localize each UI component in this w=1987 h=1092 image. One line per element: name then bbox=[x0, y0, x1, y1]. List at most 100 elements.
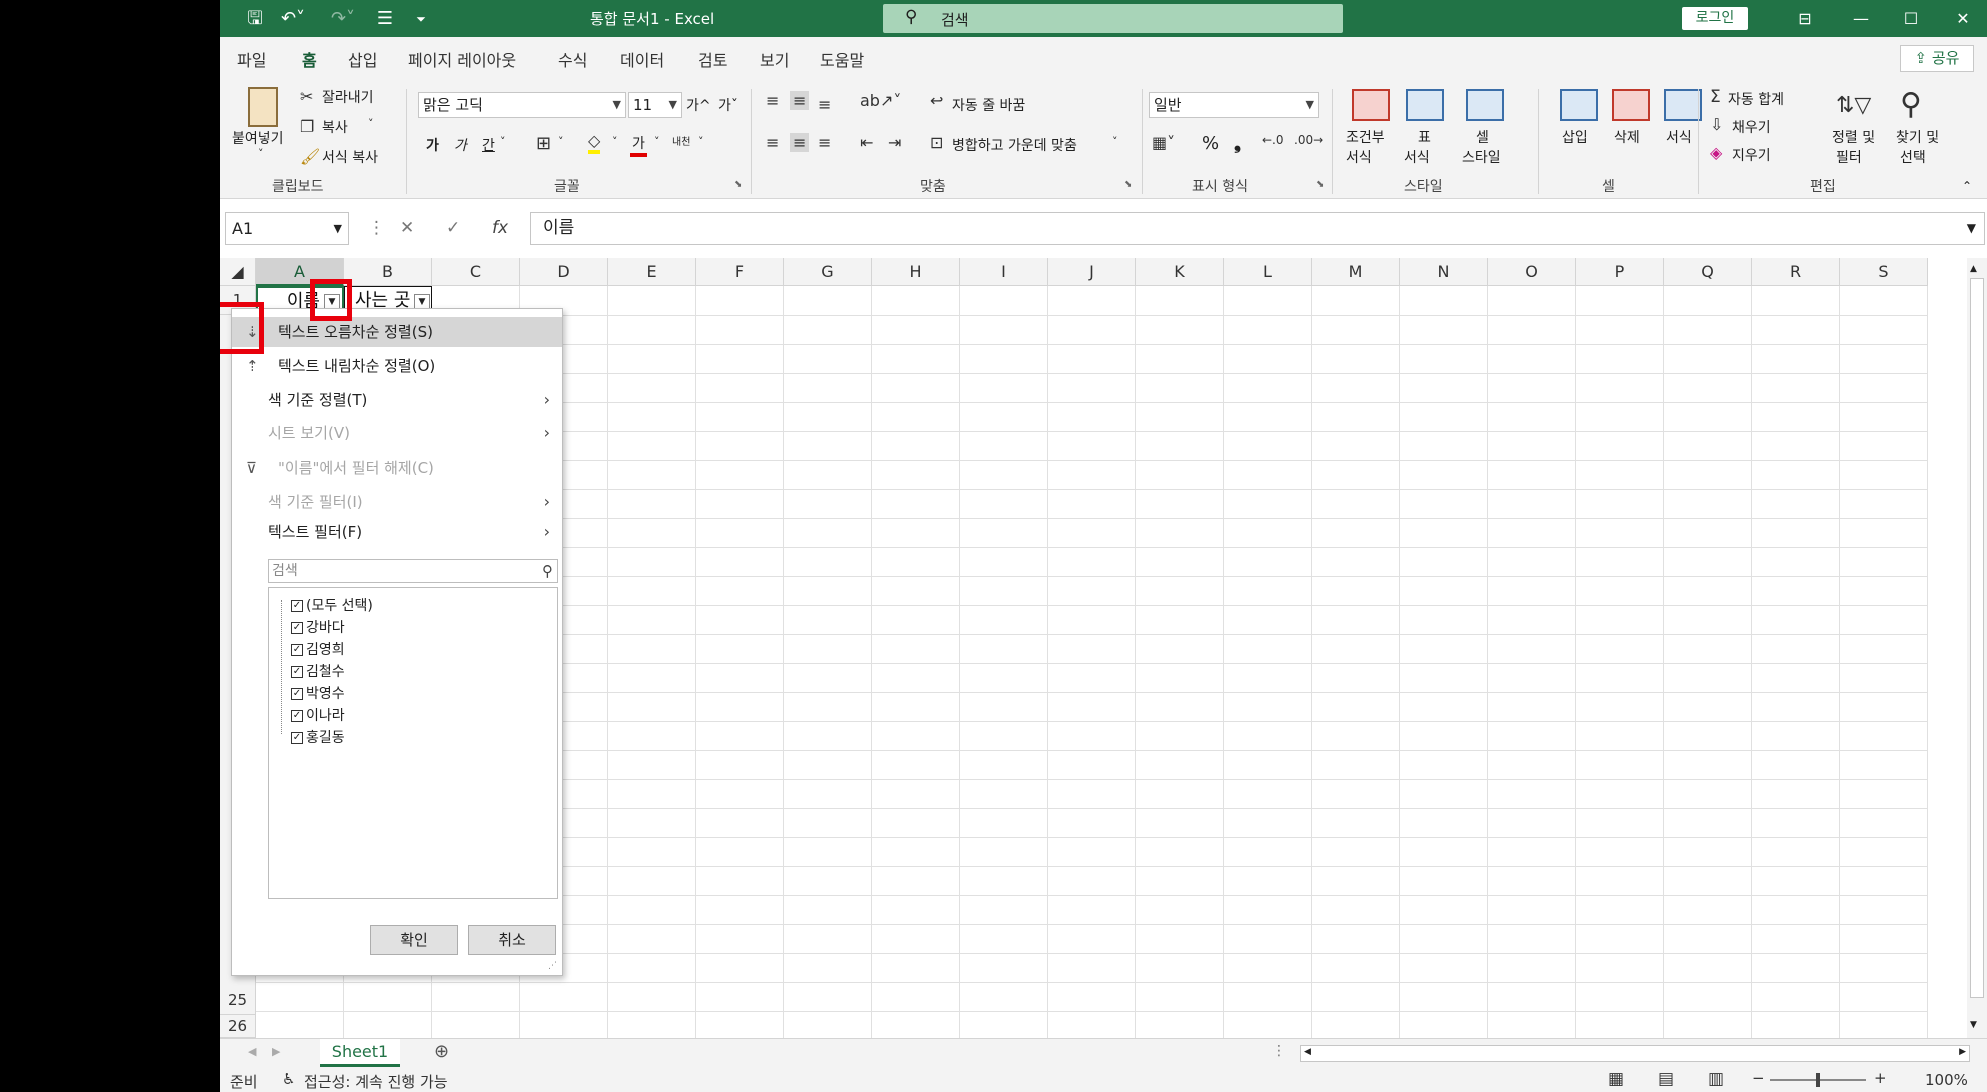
font-size-dropdown[interactable]: 11 ▼ bbox=[628, 92, 682, 118]
conditional-format-icon[interactable] bbox=[1352, 89, 1390, 121]
checkbox-checked-icon[interactable]: ✓ bbox=[291, 644, 303, 656]
sort-filter-label-1[interactable]: 정렬 및 bbox=[1832, 127, 1875, 147]
number-dialog-launcher-icon[interactable]: ⬊ bbox=[1316, 179, 1324, 190]
paste-button[interactable]: 붙여넣기 bbox=[232, 128, 284, 148]
save-icon[interactable]: 🖫 bbox=[242, 6, 268, 32]
clear-button[interactable]: 지우기 bbox=[1732, 145, 1771, 165]
find-select-icon[interactable]: ⚲ bbox=[1900, 87, 1922, 122]
sort-filter-icon[interactable]: ⇅▽ bbox=[1836, 93, 1871, 118]
collapse-ribbon-icon[interactable]: ⌃ bbox=[1962, 179, 1972, 193]
filter-value-item[interactable]: ✓ (모두 선택) bbox=[291, 596, 591, 616]
checkbox-checked-icon[interactable]: ✓ bbox=[291, 710, 303, 722]
cancel-button[interactable]: 취소 bbox=[468, 925, 556, 955]
filter-by-color-item[interactable]: 색 기준 필터(I) › bbox=[232, 487, 562, 517]
alignment-dialog-launcher-icon[interactable]: ⬊ bbox=[1124, 179, 1132, 190]
row-header-25[interactable]: 25 bbox=[220, 986, 256, 1015]
checkbox-checked-icon[interactable]: ✓ bbox=[291, 622, 303, 634]
column-header-k[interactable]: K bbox=[1136, 258, 1224, 286]
horizontal-scrollbar[interactable]: ◀ ▶ bbox=[1300, 1045, 1970, 1062]
cell-styles-label-1[interactable]: 셀 bbox=[1476, 127, 1489, 147]
font-color-dropdown-icon[interactable]: ˅ bbox=[654, 135, 660, 148]
align-middle-icon[interactable]: ≡ bbox=[790, 91, 810, 110]
borders-dropdown-icon[interactable]: ˅ bbox=[558, 135, 564, 148]
column-header-j[interactable]: J bbox=[1048, 258, 1136, 286]
insert-cells-button[interactable]: 삽입 bbox=[1562, 127, 1588, 147]
tab-page-layout[interactable]: 페이지 레이아웃 bbox=[408, 47, 516, 71]
increase-decimal-icon[interactable]: ←.0 bbox=[1262, 133, 1284, 147]
vertical-scrollbar[interactable]: ▲ ▼ bbox=[1967, 258, 1987, 1038]
align-right-icon[interactable]: ≡ bbox=[818, 133, 831, 152]
row-header-26[interactable]: 26 bbox=[220, 1015, 256, 1038]
login-button[interactable]: 로그인 bbox=[1682, 7, 1748, 30]
merge-center-button[interactable]: 병합하고 가운데 맞춤 bbox=[952, 135, 1077, 155]
clear-filter-item[interactable]: ⊽ "이름"에서 필터 해제(C) bbox=[232, 453, 562, 483]
tab-file[interactable]: 파일 bbox=[237, 47, 266, 71]
column-header-r[interactable]: R bbox=[1752, 258, 1840, 286]
filter-value-item[interactable]: ✓ 강바다 bbox=[291, 618, 591, 638]
search-box[interactable]: ⚲ 검색 bbox=[883, 4, 1343, 33]
bold-button[interactable]: 가 bbox=[426, 135, 439, 155]
sort-ascending-item[interactable]: ⇣ 텍스트 오름차순 정렬(S) bbox=[232, 317, 562, 347]
filter-value-item[interactable]: ✓ 박영수 bbox=[291, 684, 591, 704]
underline-dropdown-icon[interactable]: ˅ bbox=[500, 135, 506, 148]
merge-dropdown-icon[interactable]: ˅ bbox=[1112, 135, 1118, 148]
cancel-entry-icon[interactable]: ✕ bbox=[400, 218, 414, 238]
zoom-slider[interactable] bbox=[1770, 1073, 1866, 1087]
paste-icon[interactable] bbox=[248, 87, 278, 127]
page-break-view-icon[interactable]: ▥ bbox=[1708, 1069, 1724, 1089]
minimize-icon[interactable]: — bbox=[1838, 2, 1884, 35]
scroll-up-icon[interactable]: ▲ bbox=[1970, 264, 1977, 274]
conditional-format-label-1[interactable]: 조건부 bbox=[1346, 127, 1385, 147]
comma-button[interactable]: ❟ bbox=[1234, 133, 1241, 154]
zoom-out-icon[interactable]: − bbox=[1752, 1069, 1765, 1087]
zoom-slider-thumb[interactable] bbox=[1816, 1073, 1820, 1087]
sort-by-color-item[interactable]: 색 기준 정렬(T) › bbox=[232, 385, 562, 415]
align-top-icon[interactable]: ≡ bbox=[766, 91, 779, 110]
formula-input[interactable]: 이름 ▼ bbox=[530, 212, 1985, 245]
column-header-p[interactable]: P bbox=[1576, 258, 1664, 286]
scroll-right-icon[interactable]: ▶ bbox=[1959, 1047, 1966, 1057]
redo-icon[interactable]: ↷˅ bbox=[326, 6, 360, 32]
name-box[interactable]: A1 ▼ bbox=[225, 212, 349, 245]
autosum-button[interactable]: 자동 합계 bbox=[1728, 89, 1784, 109]
resize-grip-icon[interactable]: ⋰ bbox=[548, 961, 557, 971]
text-filter-item[interactable]: 텍스트 필터(F) › bbox=[232, 517, 562, 547]
tab-review[interactable]: 검토 bbox=[698, 47, 727, 71]
column-header-h[interactable]: H bbox=[872, 258, 960, 286]
accessibility-status[interactable]: 접근성: 계속 진행 가능 bbox=[304, 1071, 448, 1092]
font-dialog-launcher-icon[interactable]: ⬊ bbox=[734, 179, 742, 190]
scroll-thumb[interactable] bbox=[1970, 278, 1984, 998]
find-select-label-2[interactable]: 선택 bbox=[1900, 147, 1926, 167]
tab-help[interactable]: 도움말 bbox=[820, 47, 864, 71]
sort-descending-item[interactable]: ⇡ 텍스트 내림차순 정렬(O) bbox=[232, 351, 562, 381]
customize-toolbar-icon[interactable]: ⏷ bbox=[410, 6, 432, 32]
add-sheet-icon[interactable]: ⊕ bbox=[434, 1041, 449, 1062]
phonetic-button[interactable]: 내천 bbox=[672, 133, 690, 148]
sheet-next-icon[interactable]: ▶ bbox=[272, 1045, 280, 1058]
column-header-f[interactable]: F bbox=[696, 258, 784, 286]
column-header-c[interactable]: C bbox=[432, 258, 520, 286]
number-format-dropdown[interactable]: 일반 ▼ bbox=[1149, 92, 1319, 118]
touch-mode-icon[interactable]: ☰ bbox=[372, 6, 398, 32]
sort-filter-label-2[interactable]: 필터 bbox=[1836, 147, 1862, 167]
share-button[interactable]: ⇪ 공유 bbox=[1900, 45, 1974, 72]
align-bottom-icon[interactable]: ≡ bbox=[818, 95, 831, 114]
format-cells-icon[interactable] bbox=[1664, 89, 1702, 121]
confirm-entry-icon[interactable]: ✓ bbox=[446, 218, 460, 238]
delete-cells-button[interactable]: 삭제 bbox=[1614, 127, 1640, 147]
currency-icon[interactable]: ▦˅ bbox=[1152, 133, 1175, 152]
format-as-table-icon[interactable] bbox=[1406, 89, 1444, 121]
phonetic-dropdown-icon[interactable]: ˅ bbox=[698, 135, 704, 148]
column-header-d[interactable]: D bbox=[520, 258, 608, 286]
fill-button[interactable]: 채우기 bbox=[1732, 117, 1771, 137]
tab-view[interactable]: 보기 bbox=[760, 47, 789, 71]
decrease-indent-icon[interactable]: ⇤ bbox=[860, 133, 873, 152]
insert-cells-icon[interactable] bbox=[1560, 89, 1598, 121]
column-header-g[interactable]: G bbox=[784, 258, 872, 286]
format-cells-button[interactable]: 서식 bbox=[1666, 127, 1692, 147]
cell-styles-icon[interactable] bbox=[1466, 89, 1504, 121]
grow-font-button[interactable]: 가^ bbox=[686, 95, 711, 115]
copy-button[interactable]: 복사 bbox=[322, 117, 348, 137]
column-header-m[interactable]: M bbox=[1312, 258, 1400, 286]
sheet-view-item[interactable]: 시트 보기(V) › bbox=[232, 418, 562, 448]
